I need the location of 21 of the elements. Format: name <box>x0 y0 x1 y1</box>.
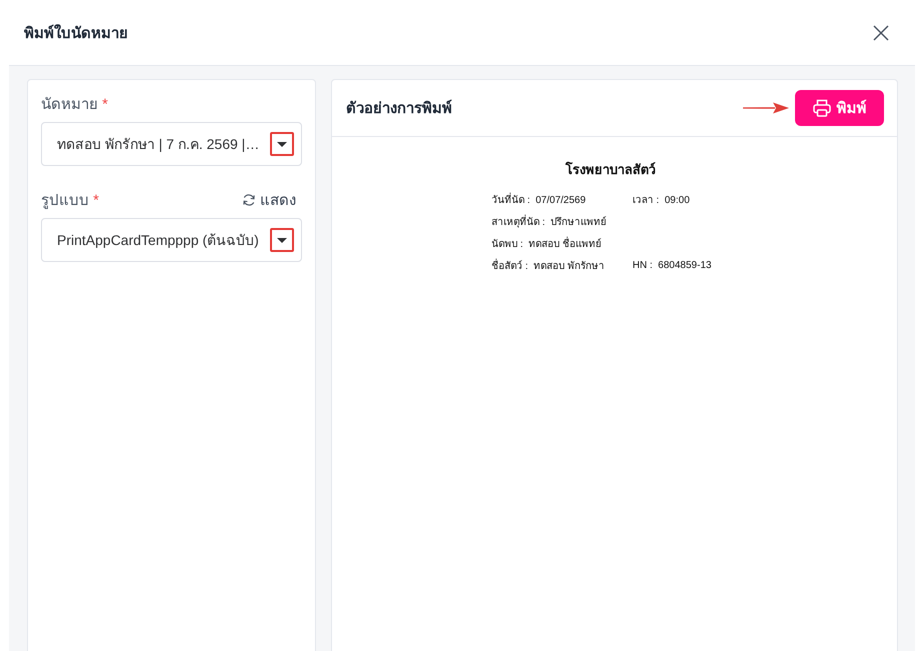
field-label: รูปแบบ * <box>41 191 100 211</box>
field-label: นัดหมาย * <box>41 95 108 115</box>
select-field[interactable]: ทดสอบ พักรักษา | 7 ก.ค. 2569 |… <box>41 122 302 166</box>
print-button[interactable]: พิมพ์ <box>795 90 884 126</box>
show-button[interactable]: แสดง <box>242 188 296 212</box>
close-icon <box>873 24 889 40</box>
preview-title: ตัวอย่างการพิมพ์ <box>346 98 452 119</box>
close-button[interactable] <box>873 24 889 40</box>
document-heading: โรงพยาบาลสัตว์ <box>564 160 656 179</box>
caret-icon[interactable] <box>277 238 287 242</box>
document-text: HN : 6804859-13 <box>632 260 712 270</box>
document-text: ชื่อสัตว์ : ทดสอบ พักรักษา <box>492 258 606 272</box>
select-field[interactable]: PrintAppCardTempppp (ต้นฉบับ) <box>41 218 302 262</box>
document-text: สาเหตุที่นัด : ปรึกษาแพทย์ <box>492 214 608 228</box>
document-text: วันที่นัด : 07/07/2569 <box>492 192 587 206</box>
refresh-icon <box>242 193 256 207</box>
printer-icon <box>812 99 830 117</box>
document-text: นัดพบ : ทดสอบ ชื่อแพทย์ <box>492 236 602 250</box>
caret-icon[interactable] <box>277 142 287 146</box>
document-text: เวลา : 09:00 <box>632 194 690 206</box>
dialog-title: พิมพ์ใบนัดหมาย <box>24 23 128 44</box>
